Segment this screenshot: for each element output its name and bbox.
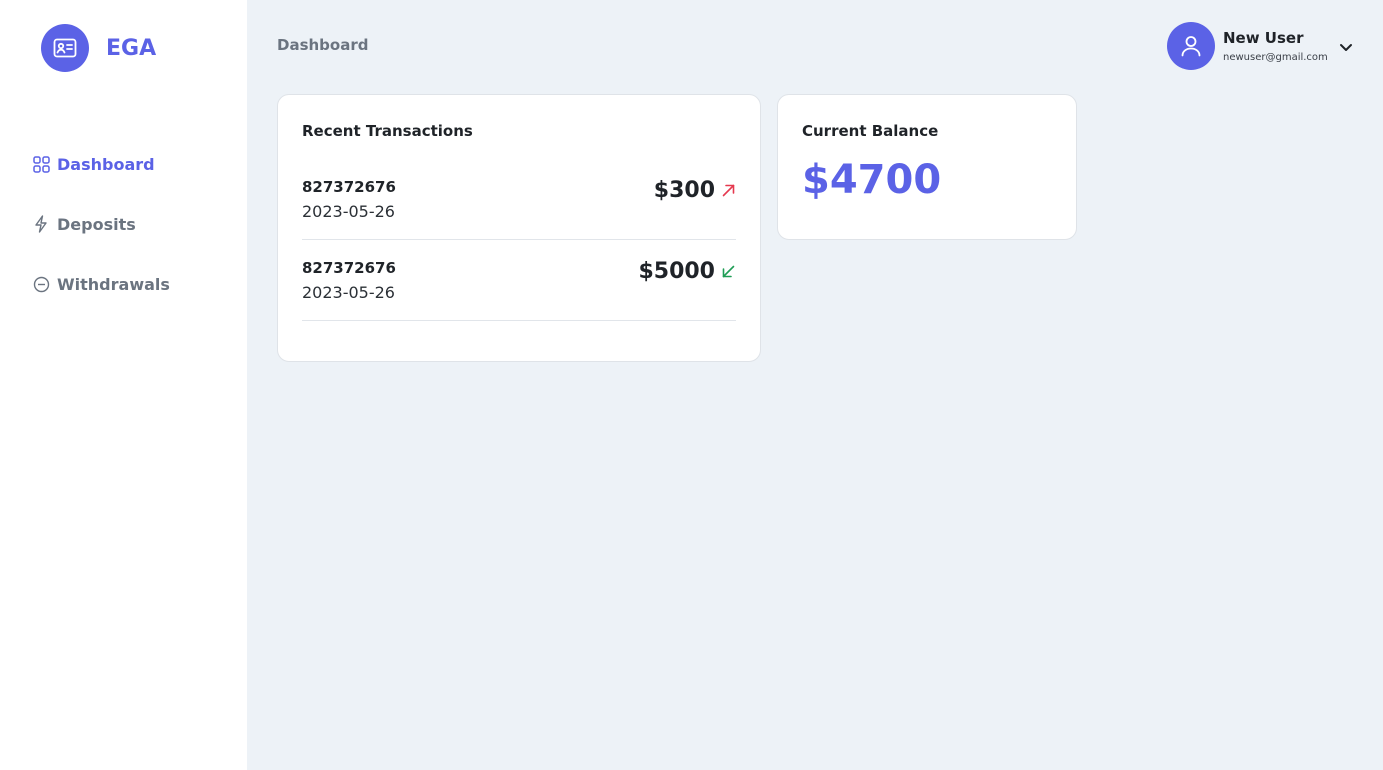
sidebar-item-label: Dashboard xyxy=(57,154,155,174)
page-title: Dashboard xyxy=(277,36,369,54)
current-balance-card: Current Balance $4700 xyxy=(777,94,1077,240)
lightning-icon xyxy=(32,215,50,233)
brand-name: EGA xyxy=(106,35,157,61)
user-icon xyxy=(1167,22,1215,70)
user-name: New User xyxy=(1223,28,1304,47)
card-title: Recent Transactions xyxy=(302,122,473,140)
transaction-amount-group: $300 xyxy=(654,178,736,203)
transaction-amount-group: $5000 xyxy=(638,259,736,284)
minus-circle-icon xyxy=(32,275,50,293)
chevron-down-icon[interactable] xyxy=(1339,42,1353,52)
sidebar-nav: Dashboard Deposits Withdrawals xyxy=(32,150,170,330)
transaction-amount: $300 xyxy=(653,178,715,203)
sidebar-item-dashboard[interactable]: Dashboard xyxy=(32,150,170,178)
arrow-up-right-icon xyxy=(721,183,736,198)
transaction-id: 827372676 xyxy=(302,259,396,277)
sidebar: EGA Dashboard Deposits Withdrawals xyxy=(0,0,247,770)
balance-value: $4700 xyxy=(802,157,942,203)
sidebar-item-deposits[interactable]: Deposits xyxy=(32,210,170,238)
sidebar-item-label: Deposits xyxy=(57,214,136,234)
user-menu[interactable]: New User newuser@gmail.com xyxy=(1167,22,1353,70)
arrow-down-left-icon xyxy=(721,264,736,279)
transaction-amount: $5000 xyxy=(638,259,715,284)
transaction-id: 827372676 xyxy=(302,178,396,196)
user-info: New User newuser@gmail.com xyxy=(1223,29,1333,64)
transaction-date: 2023-05-26 xyxy=(302,283,395,302)
user-email: newuser@gmail.com xyxy=(1223,51,1328,63)
recent-transactions-card: Recent Transactions 827372676 2023-05-26… xyxy=(277,94,761,362)
sidebar-item-label: Withdrawals xyxy=(57,274,170,294)
sidebar-item-withdrawals[interactable]: Withdrawals xyxy=(32,270,170,298)
card-title: Current Balance xyxy=(802,122,939,140)
transaction-row[interactable]: 827372676 2023-05-26 $5000 xyxy=(302,241,736,321)
grid-icon xyxy=(32,155,50,173)
transaction-row[interactable]: 827372676 2023-05-26 $300 xyxy=(302,160,736,240)
brand[interactable]: EGA xyxy=(41,24,156,72)
transaction-date: 2023-05-26 xyxy=(302,202,395,221)
id-card-icon xyxy=(41,24,89,72)
